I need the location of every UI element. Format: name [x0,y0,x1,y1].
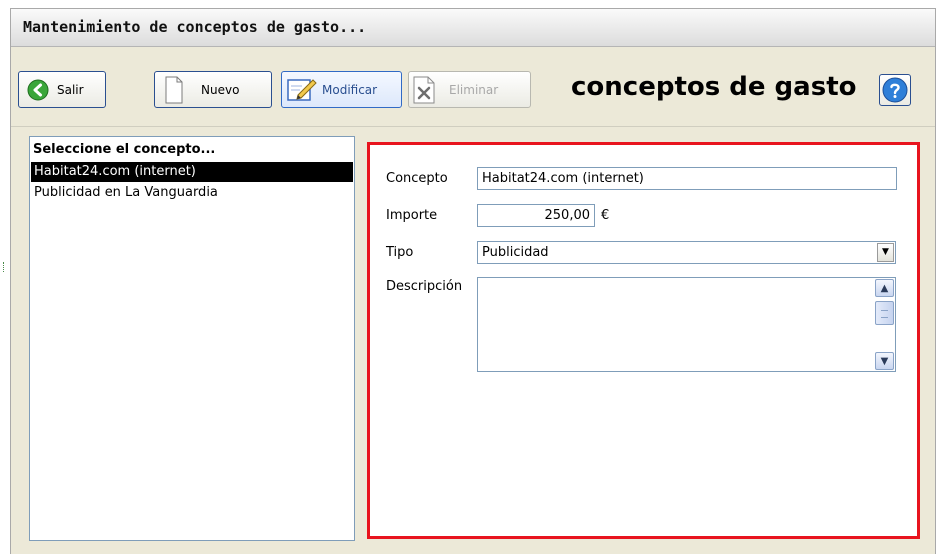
edit-button-label: Modificar [322,82,378,97]
description-label: Descripción [386,279,463,294]
delete-document-icon [413,76,435,104]
scroll-up-icon[interactable]: ▲ [875,279,894,297]
type-dropdown-value: Publicidad [482,245,549,260]
delete-button-label: Eliminar [449,82,499,97]
help-icon [882,77,908,103]
main-window: Mantenimiento de conceptos de gasto... S… [10,8,936,554]
exit-button-label: Salir [57,82,84,97]
scroll-down-icon[interactable]: ▼ [875,352,894,370]
help-button[interactable] [879,74,911,106]
edit-pencil-icon [286,77,318,103]
list-item-label: Habitat24.com (internet) [34,164,196,179]
concept-label: Concepto [386,171,448,186]
stray-dotted-mark [3,262,5,272]
new-button-label: Nuevo [201,82,240,97]
currency-symbol: € [601,208,610,223]
list-item-label: Publicidad en La Vanguardia [34,185,218,200]
section-heading: conceptos de gasto [571,72,857,102]
list-item-habitat24[interactable]: Habitat24.com (internet) [31,162,353,182]
window-title: Mantenimiento de conceptos de gasto... [23,18,367,36]
concept-list-header: Seleccione el concepto... [33,142,216,157]
delete-button[interactable]: Eliminar [408,71,531,108]
description-scrollbar[interactable]: ▲ ▼ [875,279,894,370]
new-button[interactable]: Nuevo [154,71,272,108]
title-bar: Mantenimiento de conceptos de gasto... [11,9,935,47]
concept-detail-panel: Concepto Habitat24.com (internet) Import… [367,142,920,539]
concept-input-value: Habitat24.com (internet) [482,171,644,186]
concept-list[interactable]: Seleccione el concepto... Habitat24.com … [29,136,355,541]
list-item-vanguardia[interactable]: Publicidad en La Vanguardia [31,183,353,203]
exit-button[interactable]: Salir [18,71,106,108]
amount-input-value: 250,00 [544,208,591,223]
amount-input[interactable]: 250,00 [477,204,595,227]
type-label: Tipo [386,245,414,260]
new-document-icon [165,76,183,104]
exit-icon [27,79,49,101]
type-dropdown[interactable]: Publicidad ▼ [477,241,896,264]
dropdown-arrow-icon[interactable]: ▼ [877,243,894,262]
amount-label: Importe [386,208,438,223]
scroll-thumb[interactable] [875,301,894,325]
description-textarea[interactable]: ▲ ▼ [477,277,896,372]
toolbar: Salir Nuevo Modificar Eliminar conceptos… [11,47,935,127]
edit-button[interactable]: Modificar [281,71,402,108]
concept-input[interactable]: Habitat24.com (internet) [477,167,897,190]
